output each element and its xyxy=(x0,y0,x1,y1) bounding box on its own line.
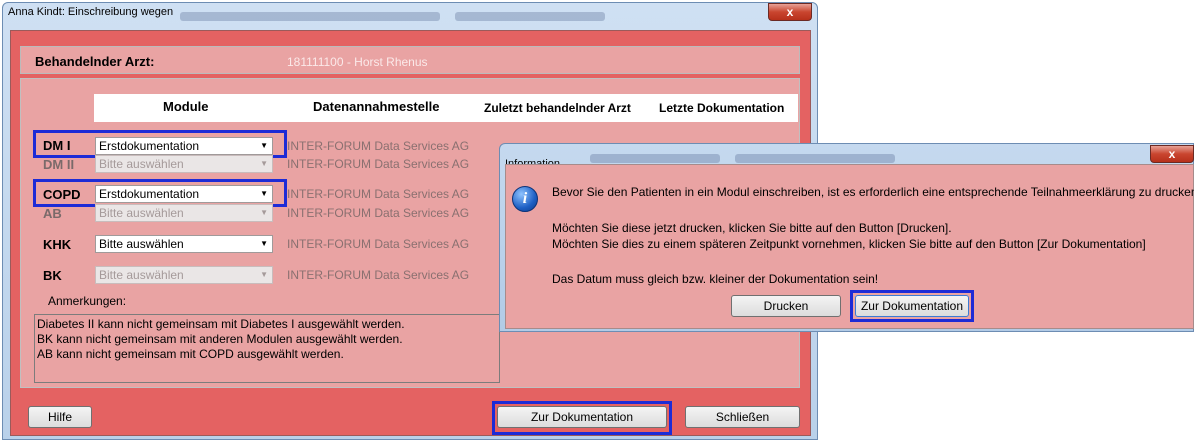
select-value: Bitte auswählen xyxy=(99,237,184,251)
header-annahmestelle: Datenannahmestelle xyxy=(313,99,440,114)
header-module: Module xyxy=(163,99,209,114)
close-button-label: Schließen xyxy=(715,410,770,424)
doctor-value: 181111100 - Horst Rhenus xyxy=(287,55,428,69)
highlight-zur-doku xyxy=(492,401,672,435)
chevron-down-icon: ▼ xyxy=(260,239,268,248)
dialog-close-button[interactable]: x xyxy=(1150,145,1194,163)
window-title: Anna Kindt: Einschreibung wegen xyxy=(8,6,174,18)
help-button[interactable]: Hilfe xyxy=(28,406,92,428)
header-letzte-doku: Letzte Dokumentation xyxy=(659,101,785,115)
service-khk: INTER-FORUM Data Services AG xyxy=(287,237,470,251)
dialog-message-1: Bevor Sie den Patienten in ein Modul ein… xyxy=(552,185,1194,199)
note-line: Diabetes II kann nicht gemeinsam mit Dia… xyxy=(37,317,405,331)
module-select-khk[interactable]: Bitte auswählen ▼ xyxy=(95,235,273,253)
window-close-button[interactable]: x xyxy=(768,3,812,21)
title-blurred-area xyxy=(455,12,605,21)
select-value: Bitte auswählen xyxy=(99,206,184,220)
module-select-ab[interactable]: Bitte auswählen ▼ xyxy=(95,204,273,222)
notes-label: Anmerkungen: xyxy=(48,294,127,308)
dialog-message-3: Möchten Sie dies zu einem späteren Zeitp… xyxy=(552,237,1146,251)
dialog-title-blurred-area xyxy=(590,154,720,163)
chevron-down-icon: ▼ xyxy=(260,208,268,217)
help-button-label: Hilfe xyxy=(47,410,72,424)
row-label-bk: BK xyxy=(43,268,62,283)
highlight-dm1 xyxy=(33,130,287,158)
note-line: BK kann nicht gemeinsam mit anderen Modu… xyxy=(37,332,403,346)
dialog-title-blurred-area xyxy=(735,154,895,163)
service-copd: INTER-FORUM Data Services AG xyxy=(287,187,470,201)
service-dm2: INTER-FORUM Data Services AG xyxy=(287,157,470,171)
module-select-bk[interactable]: Bitte auswählen ▼ xyxy=(95,266,273,284)
module-select-dm2[interactable]: Bitte auswählen ▼ xyxy=(95,155,273,173)
drucken-label: Drucken xyxy=(763,299,809,313)
drucken-button[interactable]: Drucken xyxy=(731,295,841,317)
notes-box: Diabetes II kann nicht gemeinsam mit Dia… xyxy=(34,314,500,383)
select-value: Bitte auswählen xyxy=(99,268,184,282)
select-value: Bitte auswählen xyxy=(99,157,184,171)
row-label-ab: AB xyxy=(43,206,62,221)
doctor-label: Behandelnder Arzt: xyxy=(35,54,155,69)
header-zuletzt-arzt: Zuletzt behandelnder Arzt xyxy=(484,101,631,115)
service-ab: INTER-FORUM Data Services AG xyxy=(287,206,470,220)
dialog-message-2: Möchten Sie diese jetzt drucken, klicken… xyxy=(552,221,952,235)
chevron-down-icon: ▼ xyxy=(260,159,268,168)
close-button[interactable]: Schließen xyxy=(685,406,800,428)
row-label-dm2: DM II xyxy=(43,157,75,172)
dialog-message-4: Das Datum muss gleich bzw. kleiner der D… xyxy=(552,272,879,286)
row-label-khk: KHK xyxy=(43,237,72,252)
service-bk: INTER-FORUM Data Services AG xyxy=(287,268,470,282)
info-icon: i xyxy=(512,186,538,212)
highlight-dialog-zur-doku xyxy=(850,290,974,322)
note-line: AB kann nicht gemeinsam mit COPD ausgewä… xyxy=(37,347,344,361)
highlight-copd xyxy=(33,179,287,207)
chevron-down-icon: ▼ xyxy=(260,270,268,279)
title-blurred-area xyxy=(180,12,440,21)
service-dm1: INTER-FORUM Data Services AG xyxy=(287,139,470,153)
